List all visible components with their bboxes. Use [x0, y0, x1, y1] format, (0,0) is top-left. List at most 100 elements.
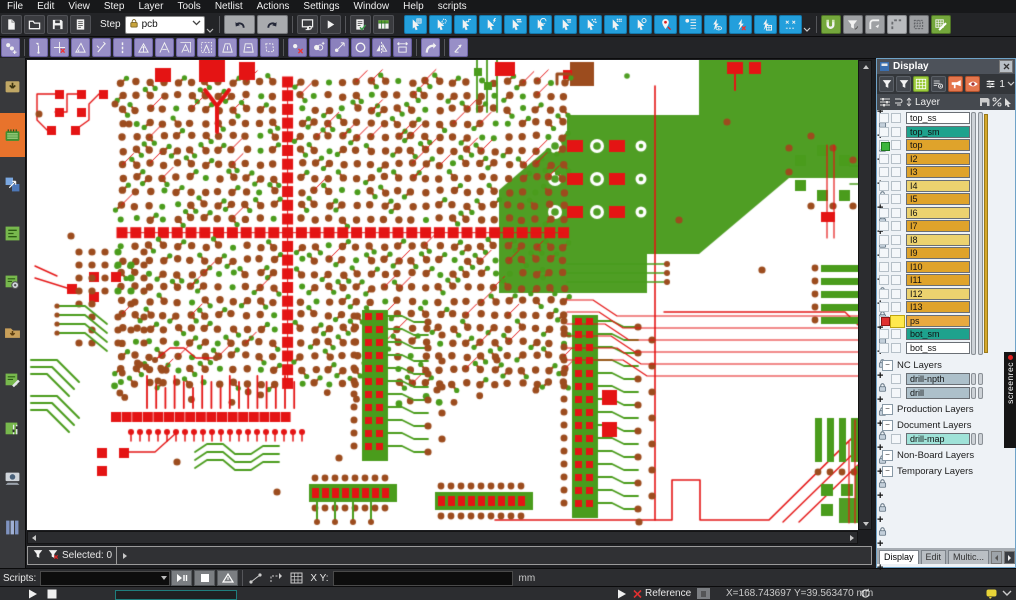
dot-arrow-button[interactable]: [330, 38, 349, 57]
corner-mode-button[interactable]: [865, 15, 885, 34]
xy-input[interactable]: [333, 571, 513, 586]
layer-visible-checkbox[interactable]: [879, 194, 889, 204]
triangle-measure-button[interactable]: [134, 38, 153, 57]
board-tune-button[interactable]: [0, 407, 25, 451]
a-box-alt-measure-button[interactable]: [197, 38, 216, 57]
grid-sheet-icon[interactable]: [286, 572, 306, 584]
section-header[interactable]: −Production Layers: [879, 403, 974, 416]
vertical-scrollbar[interactable]: [858, 60, 872, 530]
report-button[interactable]: [70, 15, 91, 34]
layer-name-field[interactable]: drill-npth: [906, 373, 970, 385]
angle-measure-button[interactable]: [71, 38, 90, 57]
select-scatter-button[interactable]: [579, 15, 602, 34]
filter-funnel-2-button[interactable]: [896, 76, 911, 92]
layer-name-field[interactable]: I11: [906, 274, 970, 286]
undo-button[interactable]: [224, 15, 255, 34]
display-panel-titlebar[interactable]: Display: [877, 59, 1015, 74]
select-circle-button[interactable]: [629, 15, 652, 34]
layer-name-field[interactable]: drill-map: [906, 433, 970, 445]
layer-select-checkbox[interactable]: [891, 302, 901, 312]
add-layer-icon[interactable]: +: [877, 514, 1015, 526]
add-pads-button[interactable]: [1, 38, 20, 57]
chevron-down-icon[interactable]: [1002, 589, 1012, 600]
layer-select-checkbox[interactable]: [891, 127, 901, 137]
layer-visible-checkbox[interactable]: [879, 275, 889, 285]
layer-visible-checkbox[interactable]: [879, 289, 889, 299]
layer-name-field[interactable]: top_sm: [906, 126, 970, 138]
net-eye-button[interactable]: [704, 15, 727, 34]
transfer-button[interactable]: [0, 162, 25, 206]
select-path-button[interactable]: [454, 15, 477, 34]
layer-select-checkbox[interactable]: [891, 248, 901, 258]
mirror-tool-button[interactable]: [372, 38, 391, 57]
layer-name-field[interactable]: I4: [906, 180, 970, 192]
layer-select-checkbox[interactable]: [891, 194, 901, 204]
export-button[interactable]: [0, 309, 25, 353]
layer-name-field[interactable]: I9: [906, 247, 970, 259]
layer-select-checkbox[interactable]: [891, 167, 901, 177]
trapezoid-measure-button[interactable]: [218, 38, 237, 57]
archive-button[interactable]: [0, 505, 25, 549]
layer-name-field[interactable]: I8: [906, 234, 970, 246]
filter-funnel-button[interactable]: [879, 76, 894, 92]
layer-select-checkbox[interactable]: [891, 289, 901, 299]
layer-name-field[interactable]: I12: [906, 288, 970, 300]
menu-help[interactable]: Help: [396, 1, 431, 12]
layer-select-checkbox[interactable]: [891, 374, 901, 384]
menu-file[interactable]: File: [0, 1, 30, 12]
grid-dashed-button[interactable]: [909, 15, 929, 34]
trapezoid-alt-measure-button[interactable]: [239, 38, 258, 57]
list-options-button[interactable]: [931, 76, 946, 92]
board-snapshot-button[interactable]: [0, 456, 25, 500]
lock-icon[interactable]: [877, 502, 888, 514]
measure-path-icon[interactable]: [246, 572, 266, 584]
script-play-pause-button[interactable]: [171, 570, 192, 586]
redo-button[interactable]: [257, 15, 288, 34]
vertical-measure-button[interactable]: [113, 38, 132, 57]
layer-name-field[interactable]: I5: [906, 193, 970, 205]
layer-sets-control[interactable]: 1: [985, 78, 1015, 90]
layer-select-checkbox[interactable]: [891, 235, 901, 245]
circle-tool-button[interactable]: [351, 38, 370, 57]
layer-visible-checkbox[interactable]: [879, 329, 889, 339]
a-box-measure-button[interactable]: [176, 38, 195, 57]
layer-visible-checkbox[interactable]: [879, 154, 889, 164]
menu-layer[interactable]: Layer: [131, 1, 170, 12]
close-icon[interactable]: [999, 60, 1013, 73]
script-stop-button[interactable]: [194, 570, 215, 586]
horizontal-scrollbar[interactable]: [27, 531, 858, 544]
percent-icon[interactable]: [992, 97, 1002, 107]
layer-name-field[interactable]: I3: [906, 166, 970, 178]
menu-view[interactable]: View: [61, 1, 97, 12]
new-file-button[interactable]: [1, 15, 22, 34]
select-hatch-button[interactable]: [554, 15, 577, 34]
select-grid-button[interactable]: [404, 15, 427, 34]
tab-scroll-left-icon[interactable]: [991, 551, 1002, 564]
collapse-icon[interactable]: −: [882, 404, 893, 415]
collapse-icon[interactable]: −: [882, 420, 893, 431]
layer-visible-checkbox[interactable]: [879, 235, 889, 245]
step-options-button[interactable]: [205, 16, 216, 34]
more-tools-chevron-icon[interactable]: [803, 17, 813, 33]
layer-name-field[interactable]: ps: [906, 315, 970, 327]
filter-funnel-button[interactable]: [843, 15, 863, 34]
nest-level-icon[interactable]: [893, 97, 903, 107]
layer-visible-checkbox[interactable]: [879, 181, 889, 191]
layer-name-field[interactable]: I10: [906, 261, 970, 273]
probe-button[interactable]: [29, 38, 48, 57]
scroll-left-icon[interactable]: [28, 532, 39, 543]
layer-select-checkbox[interactable]: [891, 388, 901, 398]
menu-netlist[interactable]: Netlist: [208, 1, 250, 12]
select-rotate-button[interactable]: [529, 15, 552, 34]
table-view-button[interactable]: [913, 76, 928, 92]
menu-settings[interactable]: Settings: [296, 1, 346, 12]
eye-delete-button[interactable]: [288, 38, 307, 57]
menu-step[interactable]: Step: [97, 1, 132, 12]
open-button[interactable]: [24, 15, 45, 34]
board-view-button[interactable]: [0, 211, 25, 255]
run-button[interactable]: [320, 15, 341, 34]
visibility-button[interactable]: [965, 76, 980, 92]
menu-scripts[interactable]: scripts: [431, 1, 474, 12]
pcb-design-canvas[interactable]: [27, 60, 858, 530]
tab-scroll-right-icon[interactable]: [1004, 551, 1015, 564]
